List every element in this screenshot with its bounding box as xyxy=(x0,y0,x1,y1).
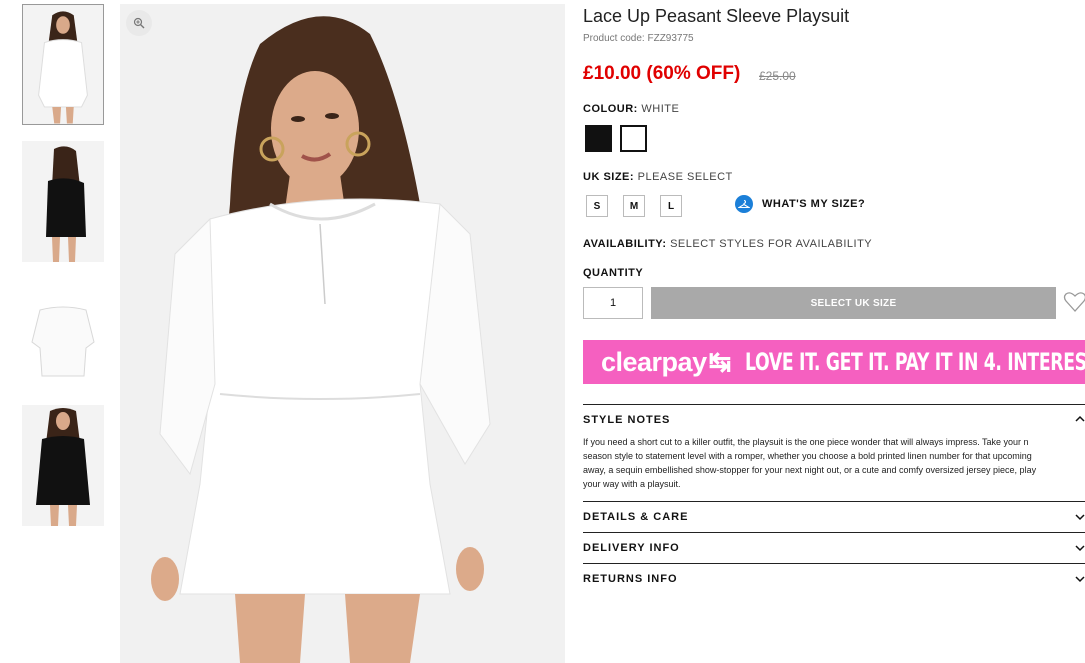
size-option-l[interactable]: L xyxy=(660,195,682,217)
zoom-icon xyxy=(133,17,145,29)
details-care-toggle[interactable]: DETAILS & CARE xyxy=(583,511,688,523)
sale-price: £10.00 (60% OFF) xyxy=(583,63,741,84)
availability-row: AVAILABILITY: SELECT STYLES FOR AVAILABI… xyxy=(583,238,872,250)
size-value: PLEASE SELECT xyxy=(637,171,733,183)
style-notes-text: If you need a short cut to a killer outf… xyxy=(583,435,1085,491)
thumbnail-front-white[interactable] xyxy=(22,4,104,125)
returns-info-toggle[interactable]: RETURNS INFO xyxy=(583,573,678,585)
divider xyxy=(583,532,1085,533)
availability-label: AVAILABILITY: xyxy=(583,238,667,250)
size-guide-link[interactable]: WHAT'S MY SIZE? xyxy=(735,195,865,213)
availability-value: SELECT STYLES FOR AVAILABILITY xyxy=(670,238,873,250)
product-title: Lace Up Peasant Sleeve Playsuit xyxy=(583,6,850,26)
clearpay-tagline: LOVE IT. GET IT. PAY IT IN 4. INTEREST F… xyxy=(744,348,1085,376)
original-price: £25.00 xyxy=(759,69,796,83)
divider xyxy=(583,563,1085,564)
quantity-label: QUANTITY xyxy=(583,267,644,279)
thumbnail-image xyxy=(23,5,103,124)
chevron-down-icon[interactable] xyxy=(1075,512,1085,522)
quantity-input[interactable] xyxy=(583,287,643,319)
thumbnail-image xyxy=(22,405,104,526)
colour-label: COLOUR: xyxy=(583,103,638,115)
zoom-button[interactable] xyxy=(126,10,152,36)
thumbnail-front-black[interactable] xyxy=(22,405,104,526)
size-label-row: UK SIZE: PLEASE SELECT xyxy=(583,171,733,183)
size-option-m[interactable]: M xyxy=(623,195,645,217)
size-label: UK SIZE: xyxy=(583,171,635,183)
clearpay-logo: clearpay↹ xyxy=(601,346,731,377)
clearpay-banner[interactable]: clearpay↹ LOVE IT. GET IT. PAY IT IN 4. … xyxy=(583,340,1085,384)
chevron-down-icon[interactable] xyxy=(1075,543,1085,553)
style-notes-toggle[interactable]: STYLE NOTES xyxy=(583,414,670,426)
main-product-image[interactable] xyxy=(120,4,565,663)
thumbnail-image xyxy=(22,286,104,407)
divider xyxy=(583,501,1085,502)
style-notes-line: away, a sequin embellished show-stopper … xyxy=(583,465,1037,475)
divider xyxy=(583,404,1085,405)
size-guide-label: WHAT'S MY SIZE? xyxy=(762,198,866,210)
chevron-up-icon[interactable] xyxy=(1075,414,1085,424)
product-code: Product code: FZZ93775 xyxy=(583,33,694,44)
thumbnail-flat-white[interactable] xyxy=(22,286,104,407)
chevron-down-icon[interactable] xyxy=(1075,574,1085,584)
model-illustration xyxy=(120,4,565,663)
delivery-info-toggle[interactable]: DELIVERY INFO xyxy=(583,542,680,554)
style-notes-line: season style to statement level with a r… xyxy=(583,451,1032,461)
thumbnail-back-black[interactable] xyxy=(22,141,104,262)
colour-label-row: COLOUR: WHITE xyxy=(583,103,679,115)
thumbnail-image xyxy=(22,141,104,262)
swatch-white[interactable] xyxy=(620,125,647,152)
style-notes-line: If you need a short cut to a killer outf… xyxy=(583,437,1029,447)
heart-icon[interactable] xyxy=(1063,289,1085,315)
size-option-s[interactable]: S xyxy=(586,195,608,217)
colour-value: WHITE xyxy=(641,103,680,115)
style-notes-line: your way with a playsuit. xyxy=(583,479,681,489)
hanger-icon xyxy=(735,195,753,213)
swatch-black[interactable] xyxy=(585,125,612,152)
select-size-button[interactable]: SELECT UK SIZE xyxy=(651,287,1056,319)
